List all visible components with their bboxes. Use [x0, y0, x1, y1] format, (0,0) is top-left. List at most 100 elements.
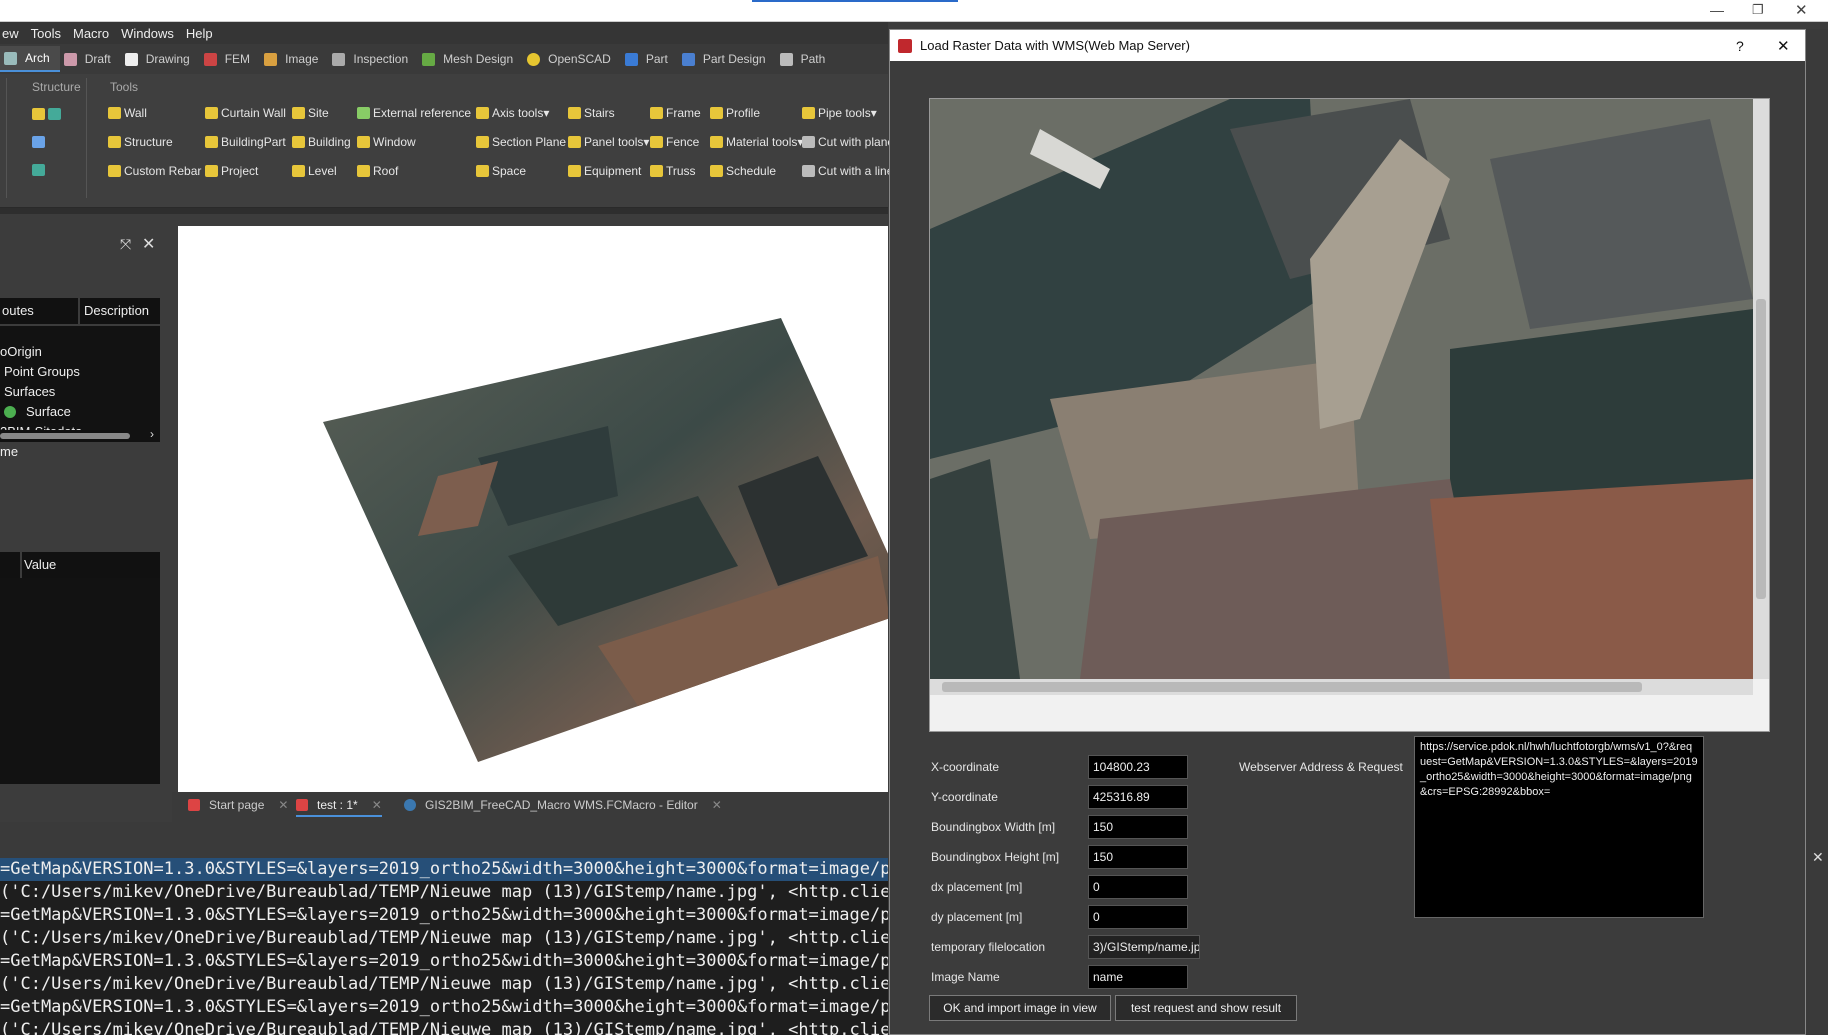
workbench-drawing[interactable]: Drawing: [121, 46, 200, 72]
workbench-inspection[interactable]: Inspection: [328, 46, 418, 72]
dialog-close-button[interactable]: ✕: [1777, 37, 1790, 55]
attributes-column-header[interactable]: outes: [0, 298, 78, 324]
structure-tool-c[interactable]: [32, 164, 48, 176]
menu-macro[interactable]: Macro: [73, 26, 119, 41]
cut-with-line-button[interactable]: Cut with a line: [802, 164, 893, 178]
tab-macro-editor[interactable]: GIS2BIM_FreeCAD_Macro WMS.FCMacro - Edit…: [404, 798, 722, 812]
tree-item[interactable]: oOrigin: [0, 342, 160, 362]
menu-help[interactable]: Help: [186, 26, 223, 41]
bbox-height-field[interactable]: 150: [1088, 845, 1188, 869]
buildingpart-button[interactable]: BuildingPart: [205, 135, 286, 149]
custom-rebar-button[interactable]: Custom Rebar: [108, 164, 201, 178]
titlebar-accent: [752, 0, 958, 2]
y-coordinate-field[interactable]: 425316.89: [1088, 785, 1188, 809]
truss-button[interactable]: Truss: [650, 164, 696, 178]
workbench-image[interactable]: Image: [260, 46, 328, 72]
stairs-button[interactable]: Stairs: [568, 106, 615, 120]
ok-import-button[interactable]: OK and import image in view: [929, 995, 1111, 1021]
roof-button[interactable]: Roof: [357, 164, 398, 178]
close-icon[interactable]: ✕: [1795, 1, 1808, 19]
dx-placement-label: dx placement [m]: [931, 880, 1023, 894]
undock-icon[interactable]: ⤧: [120, 236, 131, 253]
test-request-button[interactable]: test request and show result: [1115, 995, 1297, 1021]
surface-icon: [4, 406, 16, 418]
x-coordinate-field[interactable]: 104800.23: [1088, 755, 1188, 779]
profile-button[interactable]: Profile: [710, 106, 760, 120]
panel-close-icon[interactable]: ✕: [142, 234, 155, 254]
tree-item[interactable]: Surfaces: [0, 382, 160, 402]
workbench-partdesign[interactable]: Part Design: [678, 46, 776, 72]
tab-test[interactable]: test : 1* ✕: [296, 798, 382, 817]
tab-close-icon[interactable]: ✕: [372, 798, 382, 812]
external-reference-button[interactable]: External reference: [357, 106, 471, 120]
tree-scrollbar[interactable]: ›: [0, 427, 160, 442]
bbox-height-label: Boundingbox Height [m]: [931, 850, 1060, 864]
tab-close-icon[interactable]: ✕: [278, 798, 288, 812]
dx-placement-field[interactable]: 0: [1088, 875, 1188, 899]
section-plane-button[interactable]: Section Plane: [476, 135, 566, 149]
image-name-field[interactable]: name: [1088, 965, 1188, 989]
help-button[interactable]: ?: [1736, 38, 1744, 54]
temp-file-field[interactable]: 3)/GIStemp/name.jpg: [1088, 935, 1200, 959]
panel-tools-button[interactable]: Panel tools ▾: [568, 135, 649, 149]
schedule-button[interactable]: Schedule: [710, 164, 776, 178]
drawing-icon: [124, 52, 138, 66]
building-button[interactable]: Building: [292, 135, 351, 149]
project-button[interactable]: Project: [205, 164, 258, 178]
menu-view[interactable]: ew: [2, 26, 29, 41]
3d-viewport[interactable]: [178, 226, 890, 792]
dialog-titlebar: Load Raster Data with WMS(Web Map Server…: [890, 30, 1805, 61]
workbench-openscad[interactable]: OpenSCAD: [523, 46, 621, 72]
bbox-width-field[interactable]: 150: [1088, 815, 1188, 839]
material-tools-button[interactable]: Material tools ▾: [710, 135, 803, 149]
description-column-header[interactable]: Description: [80, 298, 160, 324]
partdesign-icon: [681, 52, 695, 66]
workbench-path[interactable]: Path: [776, 46, 836, 72]
structure-tool-b[interactable]: [32, 136, 48, 148]
value-column-header[interactable]: Value: [22, 552, 160, 578]
webserver-request-field[interactable]: https://service.pdok.nl/hwh/luchtfotorgb…: [1414, 736, 1704, 918]
python-console[interactable]: =GetMap&VERSION=1.3.0&STYLES=&layers=201…: [0, 858, 888, 1035]
freecad-icon: [898, 38, 912, 53]
fence-button[interactable]: Fence: [650, 135, 699, 149]
combo-view-panel: ⤧ ✕ outes Description oOrigin Point Grou…: [0, 214, 172, 792]
minimize-icon[interactable]: —: [1710, 2, 1724, 18]
menu-windows[interactable]: Windows: [121, 26, 184, 41]
dy-placement-field[interactable]: 0: [1088, 905, 1188, 929]
tab-start-page[interactable]: Start page ✕: [188, 798, 288, 812]
menu-tools[interactable]: Tools: [31, 26, 71, 41]
tree-item[interactable]: Point Groups: [0, 362, 160, 382]
window-button[interactable]: Window: [357, 135, 416, 149]
structure-tool-a[interactable]: [32, 108, 64, 120]
frame-button[interactable]: Frame: [650, 106, 701, 120]
axis-icon: [48, 108, 61, 120]
aerial-preview-image: [930, 99, 1769, 695]
structure-button[interactable]: Structure: [108, 135, 173, 149]
site-button[interactable]: Site: [292, 106, 329, 120]
scroll-right-icon[interactable]: ›: [150, 427, 154, 441]
wall-button[interactable]: Wall: [108, 106, 147, 120]
tree-item-surface[interactable]: Surface: [0, 402, 160, 422]
curtain-wall-button[interactable]: Curtain Wall: [205, 106, 286, 120]
pipe-tools-button[interactable]: Pipe tools ▾: [802, 106, 877, 120]
temp-file-label: temporary filelocation: [931, 940, 1046, 954]
cut-with-plane-button[interactable]: Cut with plane: [802, 135, 894, 149]
document-tabs: Start page ✕ test : 1* ✕ GIS2BIM_FreeCAD_M…: [172, 792, 888, 822]
restore-icon[interactable]: ❐: [1752, 2, 1764, 18]
workbench-fem[interactable]: FEM: [200, 46, 260, 72]
equipment-button[interactable]: Equipment: [568, 164, 641, 178]
building-icon: [292, 136, 305, 148]
level-button[interactable]: Level: [292, 164, 337, 178]
workbench-draft[interactable]: Draft: [60, 46, 121, 72]
structure-icon: [32, 108, 45, 120]
workbench-arch[interactable]: Arch: [0, 46, 60, 72]
tab-close-icon[interactable]: ✕: [712, 798, 722, 812]
workbench-mesh[interactable]: Mesh Design: [418, 46, 523, 72]
tree-item[interactable]: me: [0, 442, 160, 462]
project-icon: [205, 165, 218, 177]
axis-tools-button[interactable]: Axis tools ▾: [476, 106, 549, 120]
workbench-part[interactable]: Part: [621, 46, 678, 72]
space-button[interactable]: Space: [476, 164, 526, 178]
dock-close-icon[interactable]: ✕: [1812, 849, 1824, 866]
wall-icon: [108, 107, 121, 119]
